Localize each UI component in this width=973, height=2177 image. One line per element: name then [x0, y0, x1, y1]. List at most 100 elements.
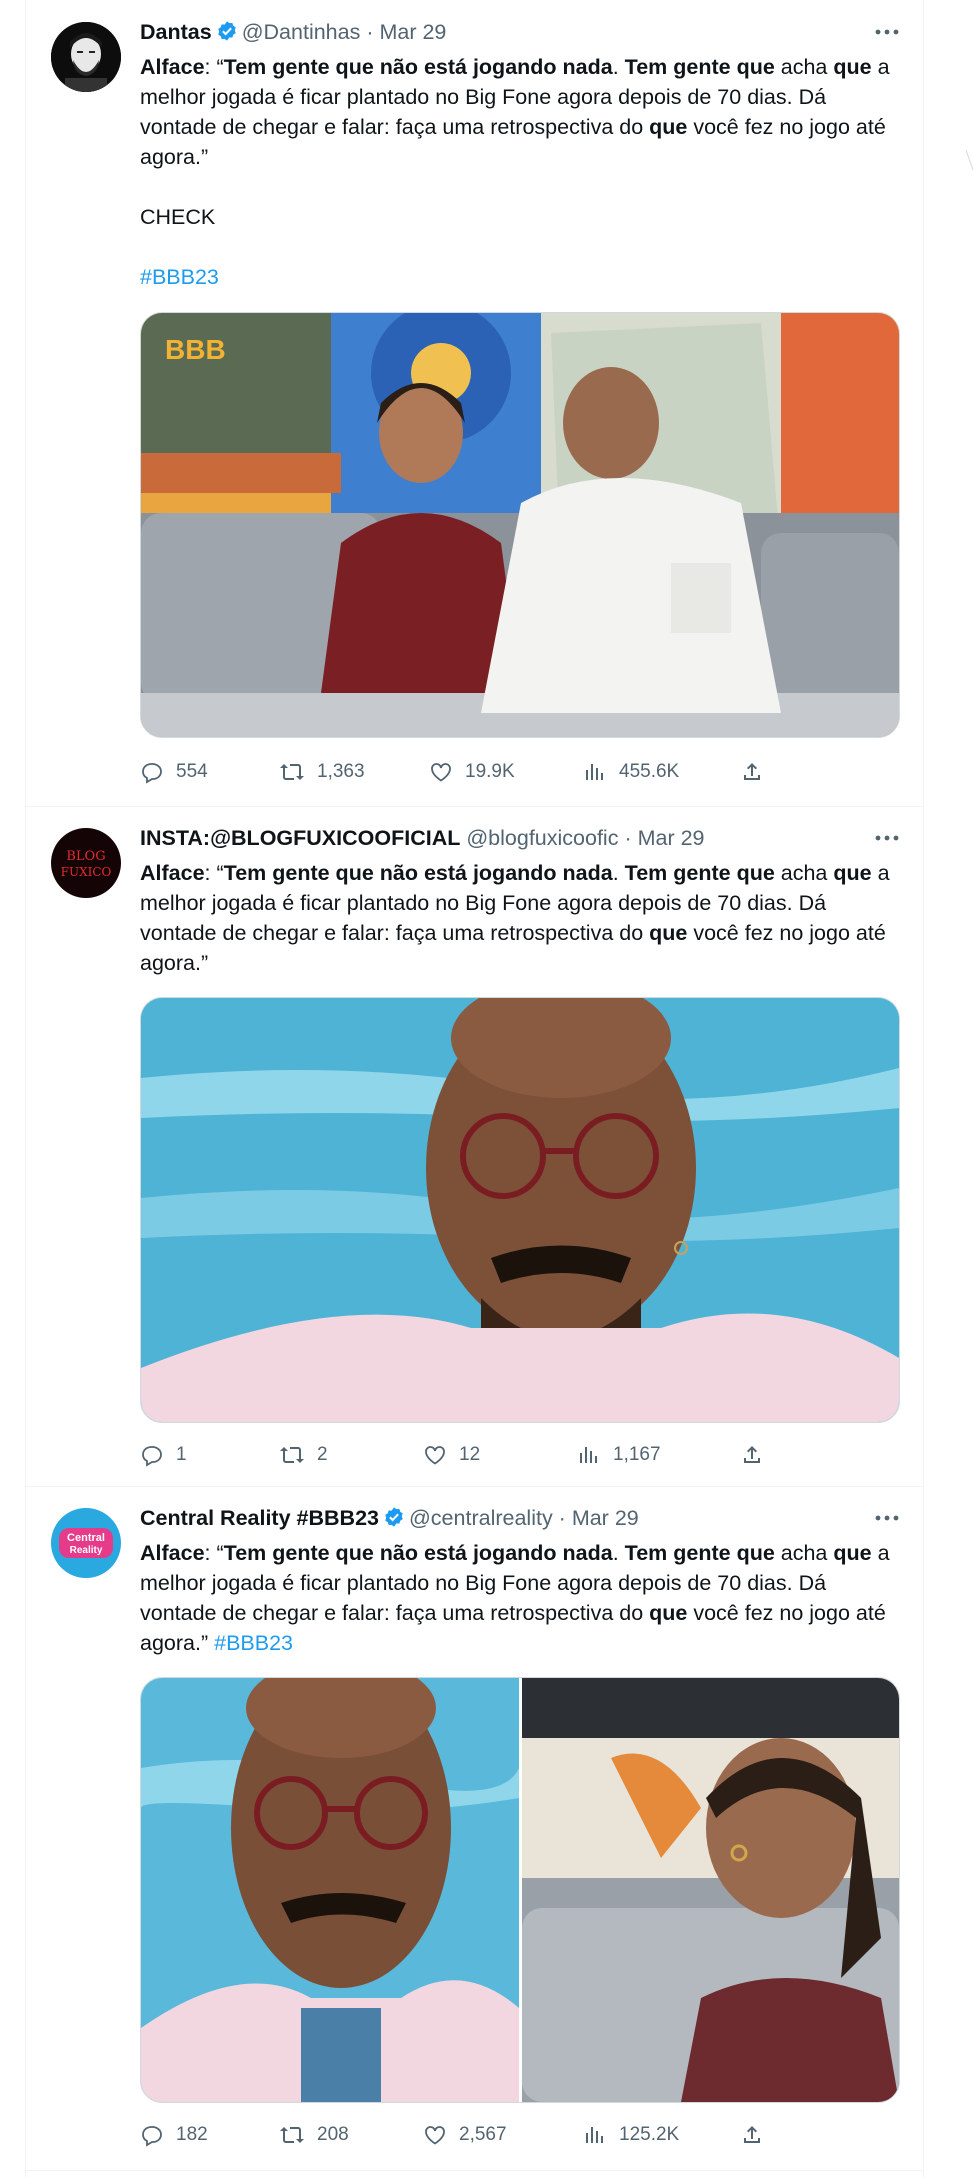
- retweet-count: 208: [317, 2124, 349, 2145]
- hashtag-link[interactable]: #BBB23: [214, 1631, 293, 1655]
- share-button[interactable]: [740, 2118, 776, 2152]
- like-button[interactable]: 19.9K: [429, 755, 515, 789]
- text-bold: Tem gente que não está jogando nada: [223, 55, 613, 79]
- more-icon[interactable]: [873, 828, 901, 848]
- more-icon[interactable]: [873, 1508, 901, 1528]
- tweet-header: INSTA:@BLOGFUXICOOFICIAL @blogfuxicoofic …: [140, 826, 920, 856]
- retweet-button[interactable]: 208: [279, 2118, 349, 2152]
- views-icon: [586, 764, 603, 780]
- avatar-text-line2: Reality: [70, 1545, 103, 1556]
- tweet-header: Central Reality #BBB23 @centralreality · …: [140, 1506, 920, 1536]
- like-icon: [425, 1446, 445, 1465]
- views-count: 1,167: [613, 1444, 661, 1465]
- more-icon[interactable]: [873, 22, 901, 42]
- reply-button[interactable]: 182: [140, 2118, 208, 2152]
- text: acha: [774, 55, 834, 79]
- views-button[interactable]: 1,167: [577, 1438, 661, 1472]
- text-bold: que: [833, 55, 872, 79]
- retweet-icon: [280, 764, 304, 780]
- avatar[interactable]: BLOG FUXICO: [51, 828, 121, 898]
- retweet-icon: [280, 1447, 304, 1463]
- tweet-text: Alface: “Tem gente que não está jogando …: [140, 858, 900, 978]
- share-button[interactable]: [740, 755, 776, 789]
- text-bold: Tem gente que: [624, 55, 775, 79]
- like-count: 19.9K: [465, 761, 515, 782]
- tweet-centralreality[interactable]: Central Reality Central Reality #BBB23 @c…: [26, 1486, 923, 2171]
- text-bold: Tem gente que: [624, 1541, 775, 1565]
- handle[interactable]: @Dantinhas: [242, 20, 361, 44]
- views-icon: [586, 2127, 603, 2143]
- text: .: [612, 55, 625, 79]
- tweet-paragraph: Alface: “Tem gente que não está jogando …: [140, 52, 900, 172]
- verified-badge-icon: [383, 1506, 405, 1534]
- share-icon: [744, 763, 760, 780]
- share-icon: [744, 1446, 760, 1463]
- retweet-icon: [280, 2127, 304, 2143]
- text-bold: que: [649, 115, 688, 139]
- hashtag-link[interactable]: #BBB23: [140, 262, 900, 292]
- text: acha: [774, 861, 834, 885]
- tweet-media-image[interactable]: [140, 997, 900, 1423]
- display-name[interactable]: INSTA:@BLOGFUXICOOFICIAL: [140, 826, 460, 850]
- separator-dot: ·: [618, 826, 638, 850]
- separator-dot: ·: [360, 20, 380, 44]
- retweet-button[interactable]: 2: [279, 1438, 328, 1472]
- reply-count: 1: [176, 1444, 187, 1465]
- timeline-column: Dantas @Dantinhas · Mar 29 Alface: “Tem g…: [25, 0, 924, 2177]
- reply-icon: [142, 1446, 162, 1467]
- avatar[interactable]: Central Reality: [51, 1508, 121, 1578]
- display-name[interactable]: Central Reality #BBB23: [140, 1506, 379, 1530]
- tweet-media-grid: [140, 1677, 900, 2103]
- like-button[interactable]: 12: [423, 1438, 480, 1472]
- views-button[interactable]: 125.2K: [583, 2118, 679, 2152]
- tweet-dantas[interactable]: Dantas @Dantinhas · Mar 29 Alface: “Tem g…: [26, 0, 923, 807]
- tweet-actions: 182 208 2,567 125.2K: [140, 2118, 900, 2152]
- reply-icon: [142, 763, 162, 784]
- tweet-media-image-right[interactable]: [522, 1678, 899, 2102]
- text-bold: Alface: [140, 861, 205, 885]
- text: : “: [204, 861, 224, 885]
- display-name[interactable]: Dantas: [140, 20, 212, 44]
- tweet-text: Alface: “Tem gente que não está jogando …: [140, 1538, 900, 1658]
- text: : “: [204, 55, 224, 79]
- tweet-date[interactable]: Mar 29: [379, 20, 446, 44]
- tweet-text: Alface: “Tem gente que não está jogando …: [140, 52, 900, 292]
- tweet-blogfuxico[interactable]: BLOG FUXICO INSTA:@BLOGFUXICOOFICIAL @blo…: [26, 806, 923, 1487]
- retweet-count: 2: [317, 1444, 328, 1465]
- views-button[interactable]: 455.6K: [583, 755, 679, 789]
- views-icon: [580, 1447, 597, 1463]
- scrollbar-edge[interactable]: [965, 149, 973, 2177]
- avatar-text-line1: Central: [67, 1532, 105, 1544]
- tweet-paragraph: Alface: “Tem gente que não está jogando …: [140, 858, 900, 978]
- text-bold: Tem gente que não está jogando nada: [223, 861, 613, 885]
- handle[interactable]: @centralreality: [409, 1506, 553, 1530]
- like-icon: [425, 2126, 445, 2145]
- reply-count: 554: [176, 761, 208, 782]
- tweet-date[interactable]: Mar 29: [638, 826, 705, 850]
- like-icon: [431, 763, 451, 782]
- avatar-text-line1: BLOG: [66, 849, 105, 864]
- text: .: [612, 1541, 625, 1565]
- like-count: 12: [459, 1444, 481, 1465]
- text-bold: Alface: [140, 1541, 205, 1565]
- reply-button[interactable]: 1: [140, 1438, 187, 1472]
- tweet-media-image[interactable]: BBB: [140, 312, 900, 738]
- separator-dot: ·: [552, 1506, 572, 1530]
- tweet-header: Dantas @Dantinhas · Mar 29: [140, 20, 920, 50]
- tweet-date[interactable]: Mar 29: [572, 1506, 639, 1530]
- text: : “: [204, 1541, 224, 1565]
- views-count: 455.6K: [619, 761, 680, 782]
- retweet-button[interactable]: 1,363: [279, 755, 365, 789]
- tweet-media-image-left[interactable]: [141, 1678, 519, 2102]
- reply-icon: [142, 2126, 162, 2147]
- handle[interactable]: @blogfuxicoofic: [466, 826, 618, 850]
- reply-button[interactable]: 554: [140, 755, 208, 789]
- text-bold: Tem gente que não está jogando nada: [223, 1541, 613, 1565]
- like-count: 2,567: [459, 2124, 507, 2145]
- share-icon: [744, 2126, 760, 2143]
- tweet-paragraph: Alface: “Tem gente que não está jogando …: [140, 1538, 900, 1658]
- like-button[interactable]: 2,567: [423, 2118, 507, 2152]
- tweet-actions: 554 1,363 19.9K 455.6K: [140, 755, 900, 789]
- avatar[interactable]: [51, 22, 121, 92]
- share-button[interactable]: [740, 1438, 776, 1472]
